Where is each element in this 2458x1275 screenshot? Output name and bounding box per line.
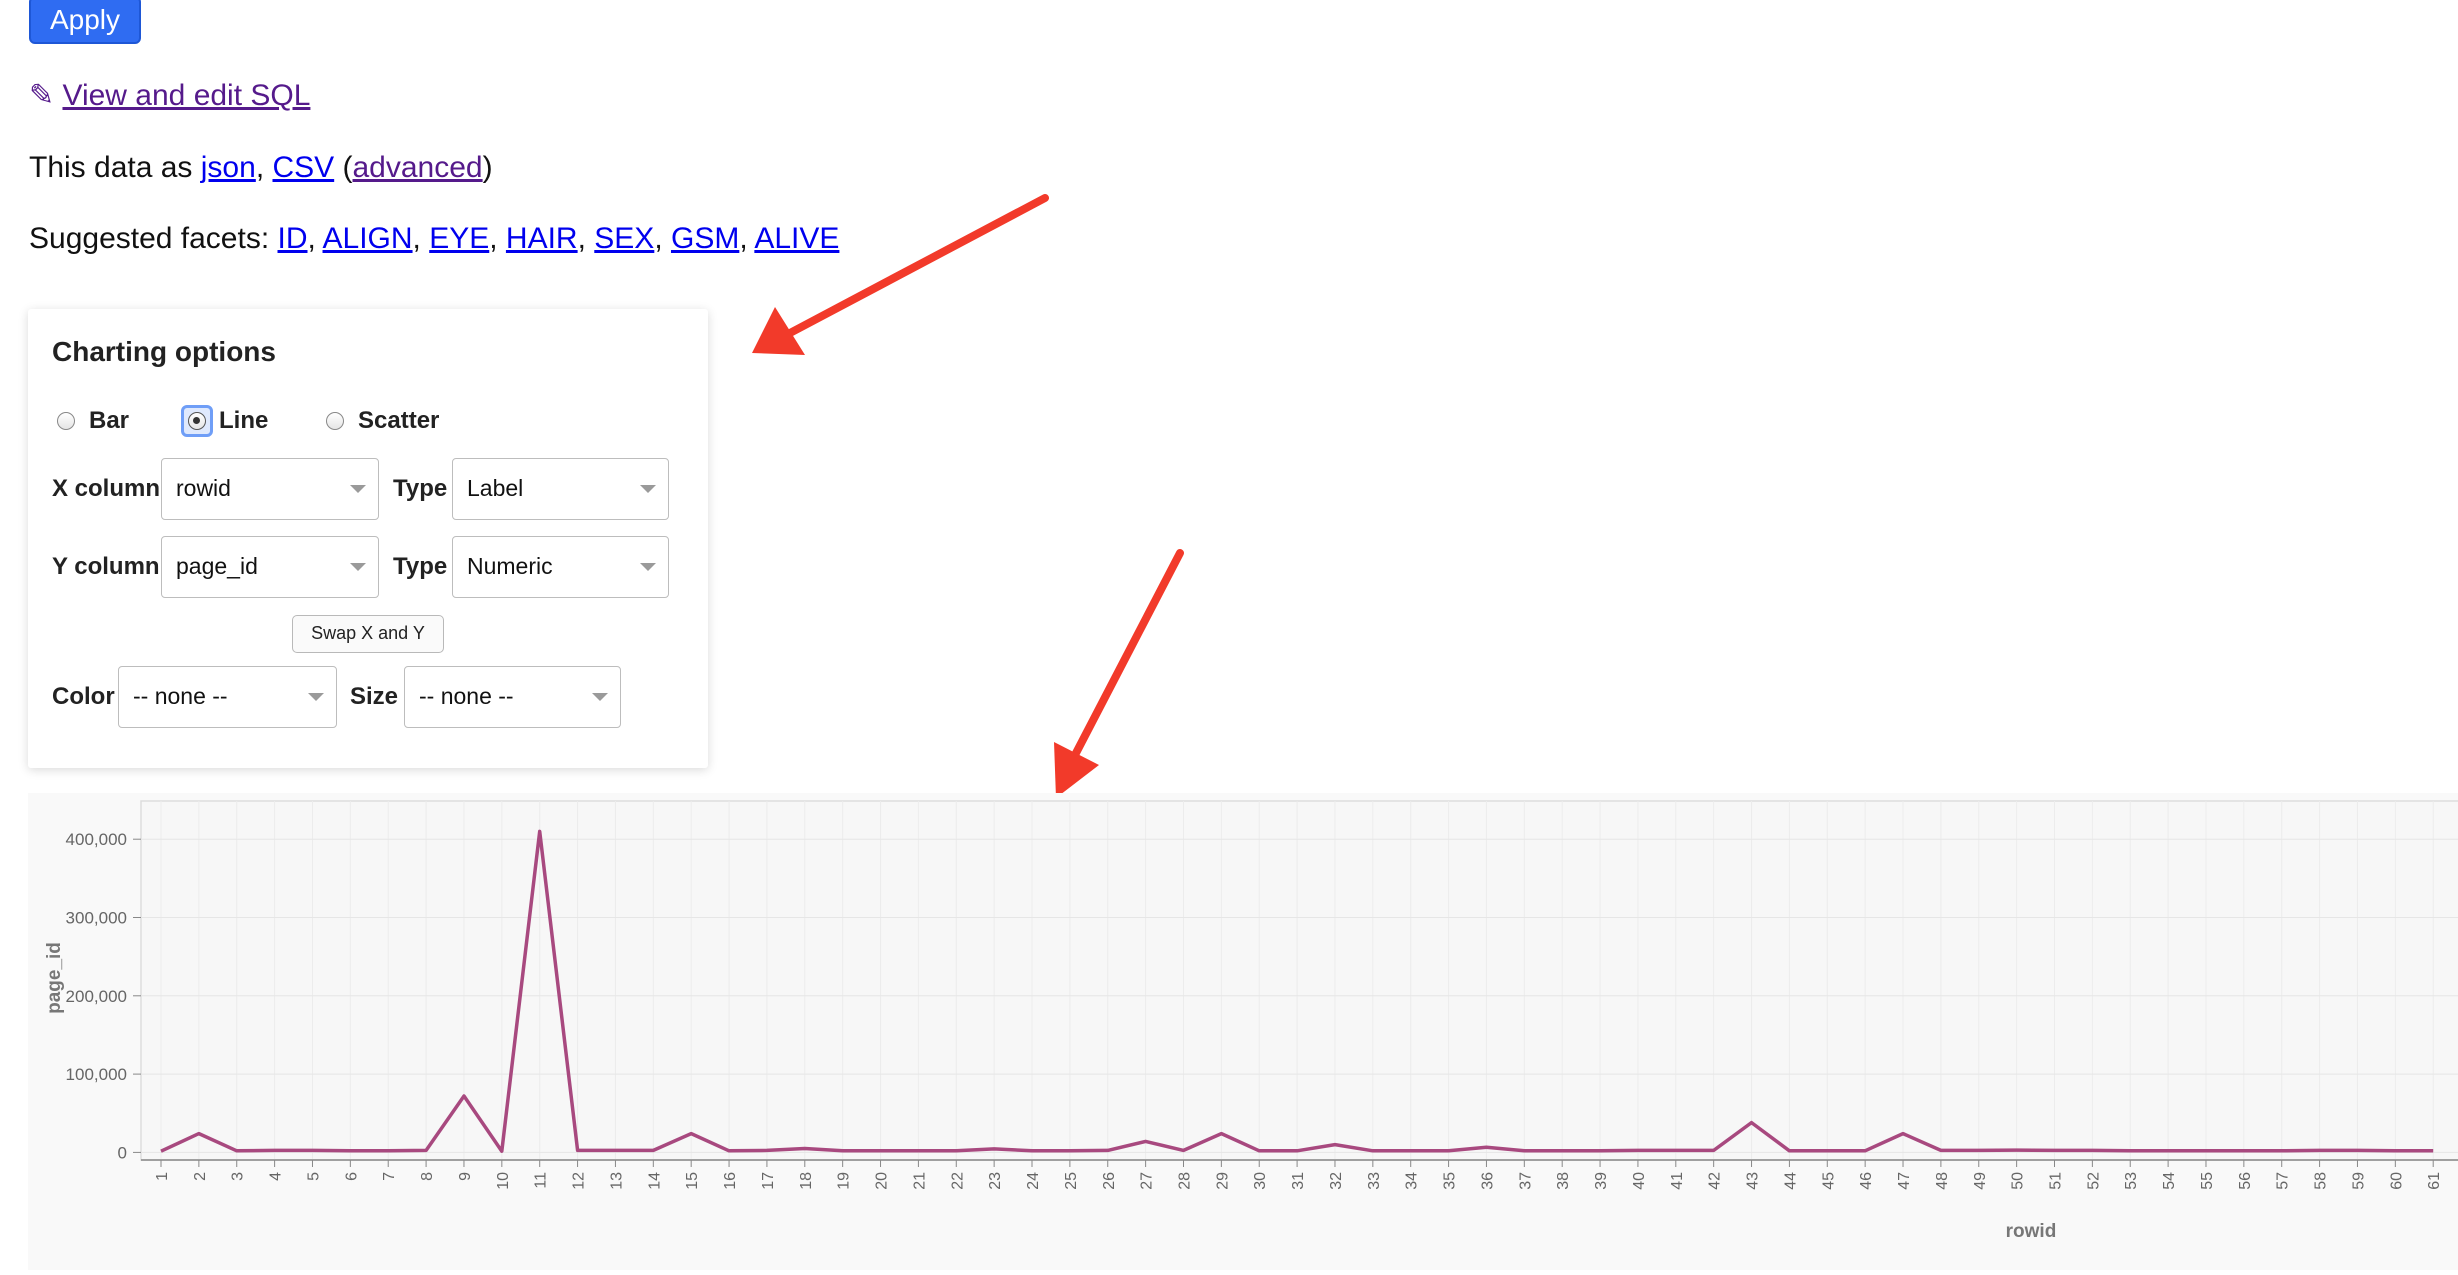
x-tick-label: 48 [1934,1172,1951,1190]
y-tick-label: 0 [118,1143,127,1162]
x-tick-label: 33 [1366,1172,1383,1190]
x-tick-label: 38 [1555,1172,1572,1190]
x-tick-label: 30 [1252,1172,1269,1190]
x-tick-label: 44 [1782,1172,1799,1190]
x-tick-label: 15 [684,1172,701,1190]
arrow-to-charting-options [752,194,1049,355]
x-tick-label: 59 [2350,1172,2367,1190]
x-tick-label: 46 [1858,1172,1875,1190]
y-axis-title: page_id [44,942,65,1014]
x-tick-label: 32 [1328,1172,1345,1190]
x-tick-label: 29 [1214,1172,1231,1190]
plot-area [140,800,2458,1161]
x-tick-label: 7 [381,1172,398,1181]
x-tick-label: 8 [419,1172,436,1181]
x-tick-label: 22 [949,1172,966,1190]
line-chart: 0 100,000 200,000 300,000 400,000 1 2 3 4 5 6 7 8 9 10… [28,793,2458,1270]
x-tick-label: 42 [1707,1172,1724,1190]
x-tick-label: 52 [2085,1172,2102,1190]
x-tick-label: 47 [1896,1172,1913,1190]
x-tick-label: 2 [192,1172,209,1181]
x-tick-label: 41 [1669,1172,1686,1190]
x-tick-label: 27 [1139,1172,1156,1190]
y-tick-label: 100,000 [66,1065,127,1084]
y-tick-label: 200,000 [66,987,127,1006]
x-tick-label: 12 [571,1172,588,1190]
x-tick-label: 36 [1479,1172,1496,1190]
x-tick-label: 51 [2048,1172,2065,1190]
y-tick-label: 300,000 [66,909,127,928]
x-tick-label: 56 [2237,1172,2254,1190]
x-tick-label: 60 [2388,1172,2405,1190]
arrow-shaft [786,194,1049,337]
x-tick-label: 14 [646,1172,663,1190]
x-tick-label: 18 [798,1172,815,1190]
x-tick-label: 53 [2123,1172,2140,1190]
x-tick-label: 3 [230,1172,247,1181]
x-tick-label: 20 [874,1172,891,1190]
x-tick-label: 13 [608,1172,625,1190]
x-tick-label: 31 [1290,1172,1307,1190]
x-tick-label: 10 [495,1172,512,1190]
x-tick-label: 58 [2313,1172,2330,1190]
y-tick-label: 400,000 [66,830,127,849]
x-tick-label: 61 [2426,1172,2443,1190]
x-tick-label: 40 [1631,1172,1648,1190]
x-tick-label: 43 [1745,1172,1762,1190]
arrow-shaft [1071,549,1184,759]
x-tick-label: 39 [1593,1172,1610,1190]
x-tick-label: 16 [722,1172,739,1190]
x-tick-label: 6 [343,1172,360,1181]
x-tick-label: 23 [987,1172,1004,1190]
chart-svg: 0100,000200,000300,000400,0001 2 3 4 5 6 7 8 9 10… [44,800,2458,1242]
x-tick-label: 1 [154,1172,171,1181]
x-tick-label: 25 [1063,1172,1080,1190]
x-tick-label: 57 [2275,1172,2292,1190]
x-tick-label: 19 [836,1172,853,1190]
x-tick-label: 9 [457,1172,474,1181]
x-tick-label: 54 [2161,1172,2178,1190]
x-axis-title: rowid [2006,1221,2057,1242]
x-tick-label: 26 [1101,1172,1118,1190]
x-tick-label: 11 [533,1172,550,1189]
x-tick-label: 24 [1025,1172,1042,1190]
x-tick-label: 45 [1820,1172,1837,1190]
x-tick-label: 5 [305,1172,322,1181]
x-tick-label: 55 [2199,1172,2216,1190]
x-tick-label: 50 [2010,1172,2027,1190]
arrow-to-chart [1054,549,1184,798]
x-tick-label: 37 [1517,1172,1534,1190]
x-tick-label: 35 [1442,1172,1459,1190]
x-tick-label: 4 [268,1172,285,1181]
x-tick-label: 34 [1404,1172,1421,1190]
x-tick-label: 21 [911,1172,928,1190]
x-tick-label: 49 [1972,1172,1989,1190]
x-tick-label: 17 [760,1172,777,1190]
x-tick-label: 28 [1176,1172,1193,1190]
